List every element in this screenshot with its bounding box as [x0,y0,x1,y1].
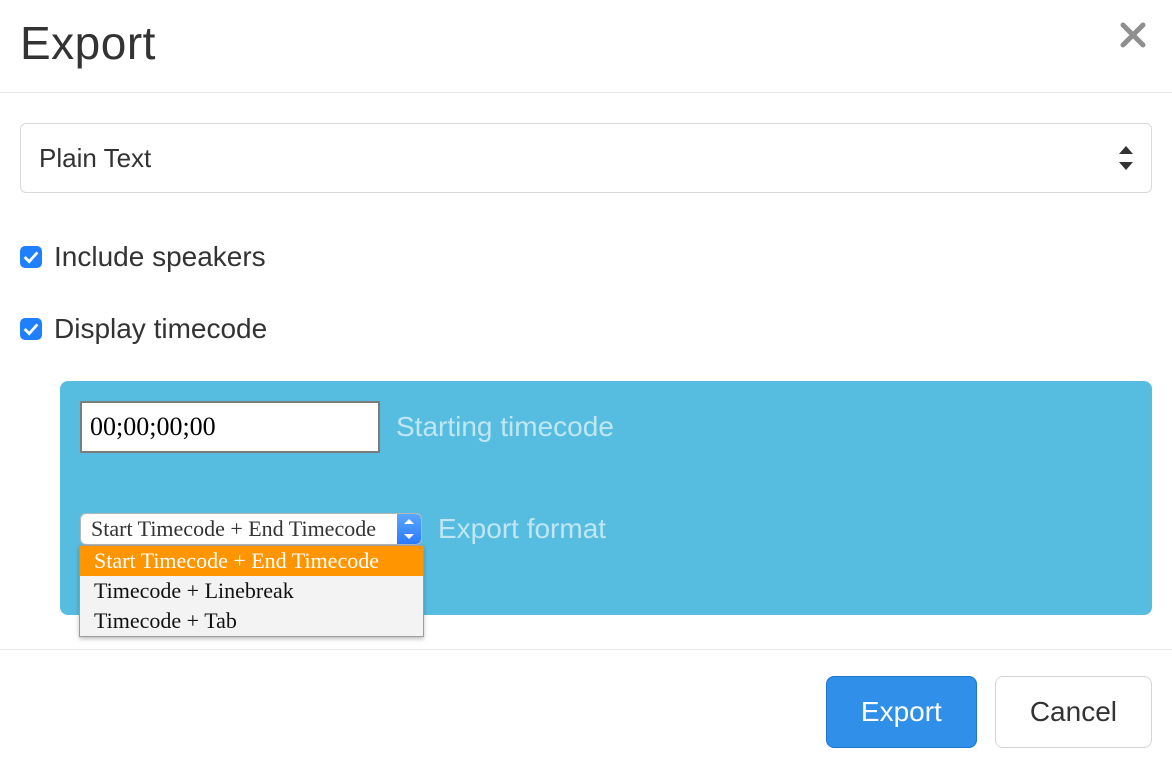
export-button[interactable]: Export [826,676,977,748]
export-format-row: Start Timecode + End Timecode Start Time… [80,513,1132,545]
include-speakers-label: Include speakers [54,241,266,273]
select-stepper-icon [397,514,421,544]
starting-timecode-row: Starting timecode [80,401,1132,453]
export-format-option[interactable]: Timecode + Tab [80,606,423,636]
starting-timecode-input[interactable] [80,401,380,453]
include-speakers-checkbox[interactable] [20,246,42,268]
export-format-option[interactable]: Timecode + Linebreak [80,576,423,606]
close-icon [1118,38,1148,53]
modal-body: Plain Text Include speakers Display time… [0,93,1172,615]
output-format-select[interactable]: Plain Text [20,123,1152,193]
output-format-value: Plain Text [39,143,151,174]
export-format-label: Export format [438,513,606,545]
export-format-listbox: Start Timecode + End Timecode Timecode +… [79,545,424,637]
cancel-button[interactable]: Cancel [995,676,1152,748]
modal-header: Export [0,0,1172,93]
export-format-option[interactable]: Start Timecode + End Timecode [80,546,423,576]
select-arrows-icon [1119,146,1133,170]
display-timecode-row: Display timecode [20,313,1152,345]
modal-footer: Export Cancel [0,649,1172,776]
display-timecode-label: Display timecode [54,313,267,345]
export-format-selected-value: Start Timecode + End Timecode [81,516,397,542]
dialog-title: Export [20,20,156,66]
timecode-panel: Starting timecode Start Timecode + End T… [60,381,1152,615]
close-button[interactable] [1114,20,1152,52]
export-format-select[interactable]: Start Timecode + End Timecode Start Time… [80,513,422,545]
starting-timecode-label: Starting timecode [396,411,614,443]
display-timecode-checkbox[interactable] [20,318,42,340]
include-speakers-row: Include speakers [20,241,1152,273]
